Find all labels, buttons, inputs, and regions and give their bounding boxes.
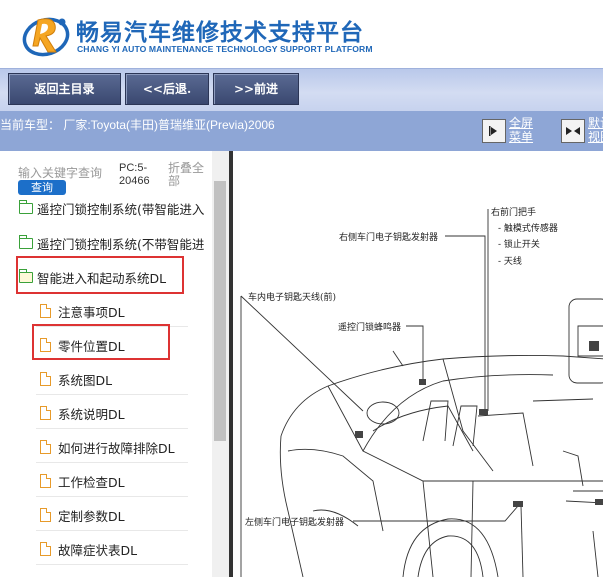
tree-folder-item[interactable]: 遥控门锁控制系统(不带智能进 — [19, 233, 204, 253]
home-button[interactable]: 返回主目录 — [8, 73, 121, 105]
document-icon — [40, 440, 51, 454]
pc-code: PC:5- 20466 — [119, 162, 163, 188]
scrollbar-thumb[interactable] — [214, 181, 226, 441]
search-area: 输入关键字查询 查询 PC:5- 20466 折叠全 部 — [0, 151, 212, 201]
document-icon — [40, 372, 51, 386]
separator — [36, 394, 188, 395]
tree-item-label: 工作检查DL — [58, 474, 125, 490]
separator — [36, 462, 188, 463]
label-antenna-row: - 天线 — [498, 254, 522, 267]
tree-item-label: 遥控门锁控制系统(带智能进入 — [37, 201, 205, 217]
collapse-line2: 部 — [168, 174, 181, 188]
document-icon — [40, 304, 51, 318]
label-touch-sensor-row: - 触模式传感器 — [498, 221, 558, 234]
separator — [36, 564, 188, 565]
bullet: - — [498, 240, 502, 250]
default-line2: 视图 — [588, 130, 603, 144]
back-button[interactable]: <<后退. — [125, 73, 209, 105]
forward-button[interactable]: >>前进 — [213, 73, 299, 105]
separator — [36, 496, 188, 497]
default-view-link[interactable]: 默认 视图 — [588, 116, 603, 144]
fullscreen-menu-link[interactable]: 全屏 菜单 — [509, 116, 533, 144]
document-icon — [40, 508, 51, 522]
bullet: - — [498, 257, 502, 267]
vehicle-diagram — [240, 209, 603, 577]
default-view-icon[interactable] — [561, 119, 585, 143]
tree-item-label: 系统说明DL — [58, 406, 125, 422]
app-header: 畅易汽车维修技术支持平台 CHANG YI AUTO MAINTENANCE T… — [0, 0, 603, 68]
tree-doc-item[interactable]: 系统说明DL — [40, 403, 125, 423]
tree-item-label: 遥控门锁控制系统(不带智能进 — [37, 236, 205, 252]
highlight-box — [32, 324, 170, 360]
vehicle-info-bar: 当前车型： 厂家:Toyota(丰田)普瑞维亚(Previa)2006 全屏 菜… — [0, 111, 603, 151]
separator — [36, 428, 188, 429]
fullscreen-line2: 菜单 — [509, 130, 534, 144]
highlight-box — [16, 256, 184, 294]
label-antenna: 天线 — [503, 257, 522, 267]
tree-doc-item[interactable]: 系统图DL — [40, 369, 112, 389]
separator — [36, 530, 188, 531]
tree-doc-item[interactable]: 注意事项DL — [40, 301, 125, 321]
nav-toolbar: 返回主目录 <<后退. >>前进 — [0, 68, 603, 112]
sidebar-tree: 输入关键字查询 查询 PC:5- 20466 折叠全 部 遥控门锁控制系统(带智… — [0, 151, 229, 577]
tree-item-label: 如何进行故障排除DL — [58, 440, 175, 456]
fullscreen-line1: 全屏 — [509, 116, 534, 130]
collapse-all-link[interactable]: 折叠全 部 — [168, 162, 208, 188]
folder-icon — [19, 234, 33, 249]
folder-icon — [19, 200, 33, 214]
bullet: - — [498, 224, 502, 234]
tree-item-label: 注意事项DL — [58, 304, 125, 320]
brand-subtitle: CHANG YI AUTO MAINTENANCE TECHNOLOGY SUP… — [77, 44, 373, 54]
label-interior-antenna: 车内电子钥匙天线(前) — [248, 293, 337, 303]
label-right-oscillator: 右侧车门电子钥匙发射器 — [339, 233, 439, 243]
pc-line1: PC:5- — [119, 162, 148, 174]
label-right-handle: 右前门把手 — [491, 208, 537, 218]
document-icon — [40, 474, 51, 488]
keyword-input[interactable]: 输入关键字查询 — [18, 164, 114, 181]
tree-doc-item[interactable]: 故障症状表DL — [40, 539, 137, 559]
label-lock-switch: 锁止开关 — [503, 240, 540, 250]
label-touch-sensor: 触模式传感器 — [503, 224, 558, 234]
tree-folder-item[interactable]: 遥控门锁控制系统(带智能进入 — [19, 200, 204, 216]
label-lock-switch-row: - 锁止开关 — [498, 237, 540, 250]
document-icon — [40, 406, 51, 420]
label-buzzer: 遥控门锁蜂鸣器 — [338, 323, 402, 333]
tree-doc-item[interactable]: 如何进行故障排除DL — [40, 437, 175, 457]
tree-doc-item[interactable]: 定制参数DL — [40, 505, 125, 525]
cy-logo-icon — [22, 17, 70, 57]
tree-item-label: 故障症状表DL — [58, 542, 138, 558]
component-location-diagram: 右前门把手 - 触模式传感器 - 锁止开关 - 天线 右侧车门电子钥匙发射器 车… — [233, 151, 603, 577]
current-vehicle: 当前车型： 厂家:Toyota(丰田)普瑞维亚(Previa)2006 — [0, 118, 275, 132]
sidebar-scrollbar[interactable] — [212, 151, 229, 577]
pc-line2: 20466 — [119, 175, 150, 187]
brand-title: 畅易汽车维修技术支持平台 — [76, 20, 364, 46]
fullscreen-icon[interactable] — [482, 119, 506, 143]
tree-item-label: 定制参数DL — [58, 508, 125, 524]
default-line1: 默认 — [588, 116, 603, 130]
query-button[interactable]: 查询 — [18, 180, 66, 195]
document-icon — [40, 542, 51, 556]
label-left-oscillator: 左侧车门电子钥匙发射器 — [245, 518, 345, 528]
tree-item-label: 系统图DL — [58, 372, 113, 388]
tree-doc-item[interactable]: 工作检查DL — [40, 471, 125, 491]
